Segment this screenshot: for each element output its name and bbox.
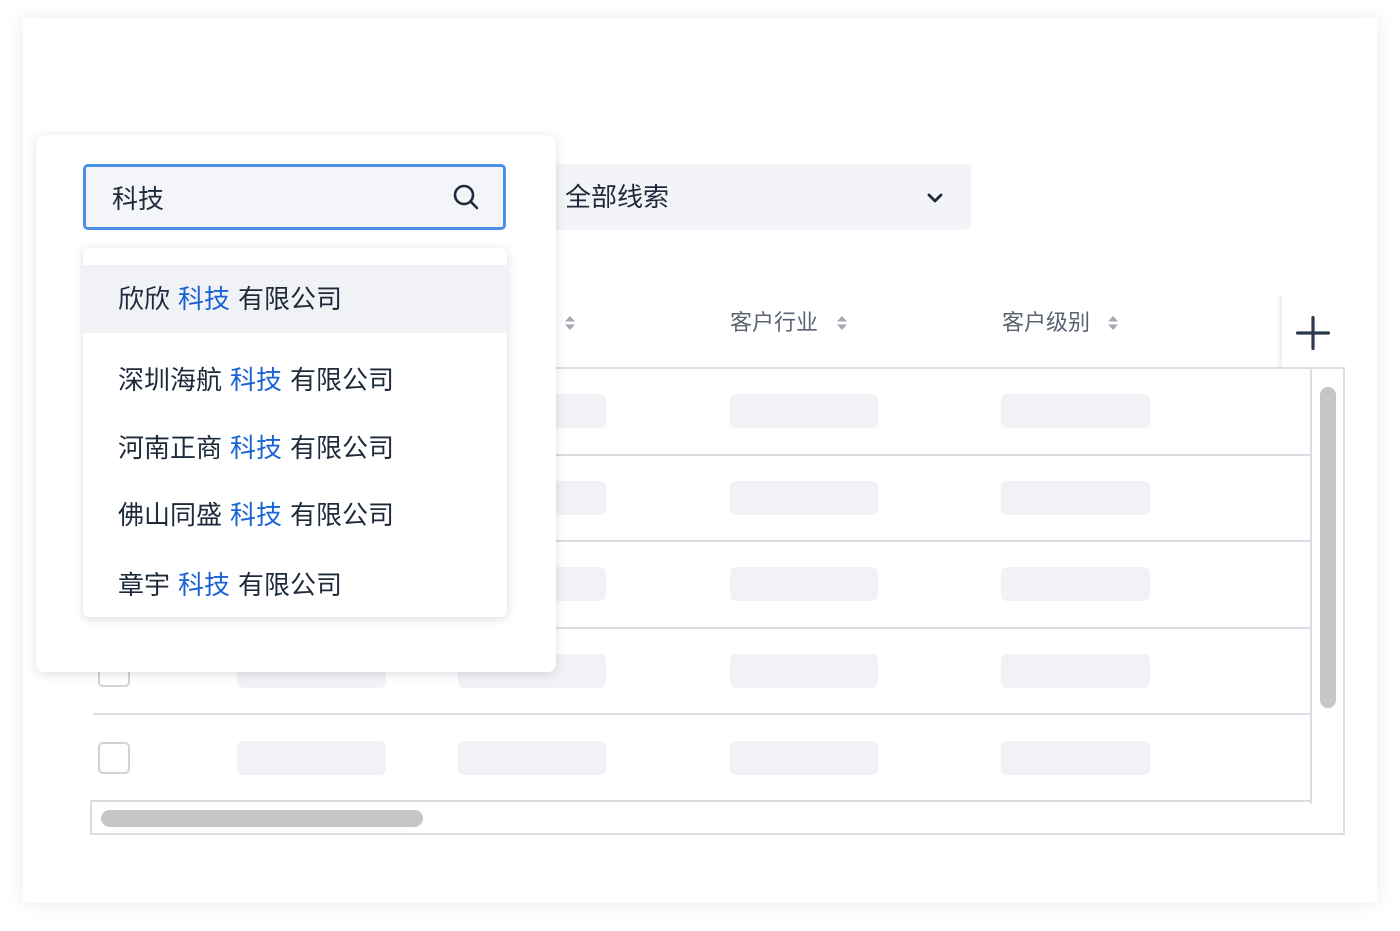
table-border — [90, 800, 92, 835]
table-border — [1343, 367, 1345, 835]
sort-icon[interactable] — [564, 314, 576, 332]
suggestion-suffix: 有限公司 — [238, 284, 343, 314]
suggestion-match: 科技 — [230, 433, 283, 463]
suggestion-suffix: 有限公司 — [290, 365, 395, 395]
suggestion-match: 科技 — [230, 500, 283, 530]
skeleton-cell — [1001, 394, 1150, 429]
skeleton-cell — [730, 654, 878, 689]
suggestion-item[interactable]: 章宇 科技 有限公司 — [83, 551, 507, 617]
table-border — [90, 800, 112, 802]
sort-icon[interactable] — [836, 314, 848, 332]
skeleton-cell — [1001, 480, 1150, 515]
sort-icon[interactable] — [1107, 314, 1119, 332]
suggestion-item[interactable]: 深圳海航 科技 有限公司 — [83, 346, 507, 414]
suggestion-prefix: 欣欣 — [118, 284, 171, 314]
row-checkbox[interactable] — [98, 741, 130, 774]
plus-icon[interactable] — [1296, 316, 1330, 350]
column-header-industry[interactable]: 客户行业 — [730, 309, 818, 337]
suggestion-item[interactable]: 佛山同盛 科技 有限公司 — [83, 481, 507, 549]
skeleton-cell — [1001, 567, 1150, 602]
search-input[interactable] — [112, 167, 432, 227]
suggestion-match: 科技 — [178, 284, 231, 314]
suggestion-item[interactable]: 河南正商 科技 有限公司 — [83, 414, 507, 482]
table-row[interactable] — [93, 715, 1311, 802]
skeleton-cell — [730, 740, 878, 775]
chevron-down-icon — [927, 191, 943, 205]
suggestion-suffix: 有限公司 — [290, 500, 395, 530]
skeleton-cell — [730, 567, 878, 602]
skeleton-cell — [1001, 654, 1150, 689]
vertical-scroll-thumb[interactable] — [1320, 387, 1336, 708]
suggestion-prefix: 深圳海航 — [118, 365, 223, 395]
horizontal-scroll-thumb[interactable] — [101, 810, 423, 827]
suggestion-match: 科技 — [178, 570, 231, 600]
skeleton-cell — [458, 740, 606, 775]
filter-selected-label: 全部线索 — [565, 182, 670, 212]
suggestion-suffix: 有限公司 — [238, 570, 343, 600]
suggestion-item[interactable]: 欣欣 科技 有限公司 — [83, 265, 507, 333]
search-popover: 欣欣科技有限公司 深圳海航科技有限公司 河南正商科技有限公司 佛山同盛科技有限公… — [36, 135, 556, 672]
suggestion-prefix: 河南正商 — [118, 433, 223, 463]
skeleton-cell — [237, 740, 386, 775]
table-border — [1310, 367, 1312, 804]
fixed-column-shadow — [1276, 295, 1282, 367]
lead-filter-select[interactable]: 全部线索 — [530, 164, 971, 230]
horizontal-scrollbar[interactable] — [92, 802, 1343, 833]
suggestion-prefix: 佛山同盛 — [118, 500, 223, 530]
search-icon[interactable] — [452, 183, 480, 211]
suggestion-suffix: 有限公司 — [290, 433, 395, 463]
search-box[interactable] — [83, 164, 506, 230]
skeleton-cell — [730, 480, 878, 515]
suggestion-match: 科技 — [230, 365, 283, 395]
table-border — [90, 833, 1345, 835]
suggestion-prefix: 章宇 — [118, 570, 171, 600]
skeleton-cell — [730, 394, 878, 429]
column-header-level[interactable]: 客户级别 — [1002, 309, 1090, 337]
skeleton-cell — [1001, 740, 1150, 775]
suggestion-list: 欣欣 科技 有限公司 深圳海航 科技 有限公司 河南正商 科技 有限公司 佛山同盛 科技 有限公… — [83, 248, 507, 617]
vertical-scrollbar[interactable] — [1312, 369, 1343, 802]
